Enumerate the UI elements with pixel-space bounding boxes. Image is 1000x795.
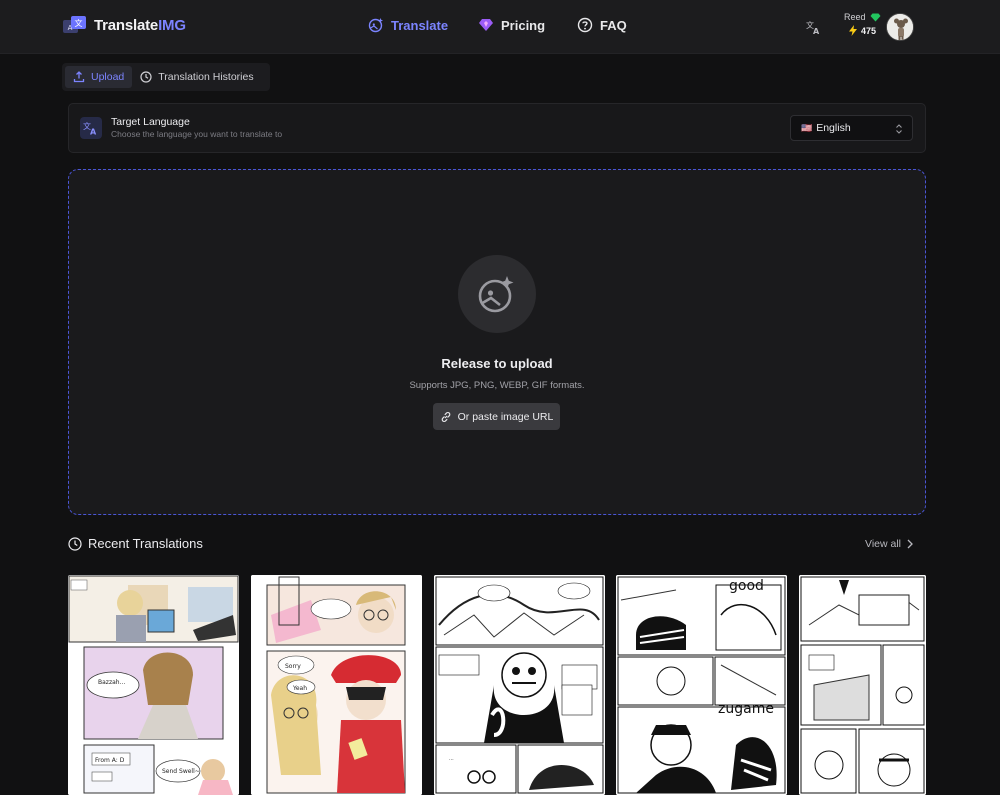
svg-text:A: A [68, 24, 73, 32]
dropzone-subtitle: Supports JPG, PNG, WEBP, GIF formats. [409, 380, 585, 391]
diamond-icon [479, 19, 493, 31]
svg-text:A: A [90, 128, 97, 136]
selected-language: English [816, 122, 851, 134]
top-header: 文 A TranslateIMG Translate Pricing FAQ 文… [0, 0, 1000, 54]
target-language-panel: 文 A Target Language Choose the language … [68, 103, 926, 153]
thumb1-caption-b: Send Swell~ [162, 768, 200, 775]
thumb1-caption-a: Bazzah... [98, 679, 125, 686]
recent-translation-thumb[interactable] [799, 575, 926, 795]
language-select[interactable]: 🇺🇸 English [790, 115, 913, 141]
svg-text:A: A [813, 27, 820, 35]
language-switch-icon[interactable]: 文 A [805, 19, 821, 35]
logo-translate-icon: 文 A [62, 14, 88, 36]
thumb1-caption-c: From A: D [95, 757, 125, 764]
thumb2-caption-b: Yeah [292, 685, 307, 692]
tab-translation-histories[interactable]: Translation Histories [132, 66, 261, 88]
target-language-subtitle: Choose the language you want to translat… [111, 129, 283, 139]
clock-icon [68, 536, 82, 551]
avatar[interactable] [886, 13, 914, 41]
dropzone-title: Release to upload [441, 356, 553, 371]
tab-upload-label: Upload [91, 71, 125, 83]
user-name: Reed [844, 12, 866, 22]
svg-text:文: 文 [75, 18, 83, 28]
nav-translate-label: Translate [391, 17, 449, 33]
recent-translation-thumb[interactable]: Sorry Yeah [251, 575, 422, 795]
link-icon [441, 411, 450, 422]
sparkle-image-icon [478, 276, 514, 313]
upload-icon [73, 71, 85, 83]
clock-icon [140, 71, 152, 83]
logo[interactable]: 文 A TranslateIMG [62, 14, 186, 36]
question-circle-icon [577, 17, 593, 33]
upload-tabs: Upload Translation Histories [62, 63, 270, 91]
logo-accent: IMG [158, 16, 186, 34]
thumb4-caption-a: good [729, 578, 764, 594]
recent-translation-thumb[interactable]: Bazzah... From A: D Send Swell~ [68, 575, 239, 795]
tab-translation-histories-label: Translation Histories [158, 71, 254, 83]
upload-dropzone[interactable]: Release to upload Supports JPG, PNG, WEB… [68, 169, 926, 515]
chevron-up-down-icon [896, 124, 902, 134]
paste-url-button[interactable]: Or paste image URL [433, 403, 560, 430]
view-all-link[interactable]: View all [865, 538, 913, 550]
thumb2-caption-a: Sorry [285, 663, 301, 670]
thumb4-caption-b: zugame [718, 701, 774, 717]
sparkle-image-icon [368, 18, 383, 33]
target-language-title: Target Language [111, 116, 190, 128]
tab-upload[interactable]: Upload [65, 66, 133, 88]
lightning-icon [849, 25, 857, 36]
thumb3-caption-a: ... [449, 756, 454, 762]
nav-translate[interactable]: Translate [368, 17, 448, 33]
view-all-label: View all [865, 538, 901, 550]
nav-faq[interactable]: FAQ [577, 17, 627, 33]
nav-pricing-label: Pricing [501, 17, 546, 33]
us-flag-icon: 🇺🇸 [801, 122, 813, 133]
nav-faq-label: FAQ [600, 17, 627, 33]
recent-translations-title: Recent Translations [68, 536, 203, 551]
nav-pricing[interactable]: Pricing [478, 17, 545, 33]
user-info[interactable]: Reed 475 [840, 12, 881, 36]
translate-icon: 文 A [80, 117, 102, 139]
gem-icon [870, 13, 881, 21]
recent-title-label: Recent Translations [88, 536, 203, 551]
recent-translation-thumb[interactable]: good zugame [616, 575, 787, 795]
paste-url-label: Or paste image URL [457, 410, 554, 423]
logo-text: Translate [94, 16, 159, 34]
chevron-right-icon [907, 539, 913, 549]
credits-count: 475 [861, 25, 877, 36]
image-upload-circle [458, 255, 536, 333]
recent-translation-thumb[interactable]: ... [434, 575, 605, 795]
